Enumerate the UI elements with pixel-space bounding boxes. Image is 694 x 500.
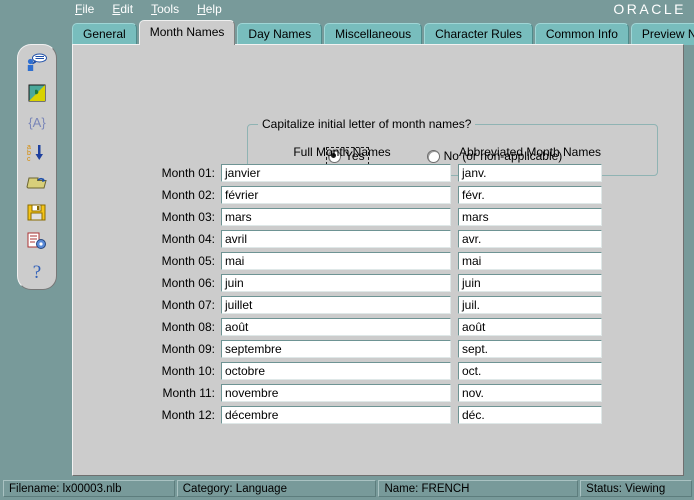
- month-09-label: Month 09:: [73, 342, 221, 356]
- month-01-abbr-input[interactable]: janv.: [458, 164, 602, 182]
- table-row: Month 12: décembre déc.: [73, 406, 683, 424]
- menu-bar: File Edit Tools Help: [0, 0, 694, 18]
- month-12-label: Month 12:: [73, 408, 221, 422]
- month-10-label: Month 10:: [73, 364, 221, 378]
- status-filename: Filename: lx00003.nlb: [3, 480, 175, 497]
- table-row: Month 01: janvier janv.: [73, 164, 683, 182]
- table-row: Month 08: août août: [73, 318, 683, 336]
- tab-month-names[interactable]: Month Names: [139, 20, 236, 45]
- table-row: Month 09: septembre sept.: [73, 340, 683, 358]
- table-row: Month 05: mai mai: [73, 252, 683, 270]
- month-03-abbr-input[interactable]: mars: [458, 208, 602, 226]
- table-row: Month 06: juin juin: [73, 274, 683, 292]
- month-06-abbr-input[interactable]: juin: [458, 274, 602, 292]
- svg-text:c: c: [27, 156, 31, 162]
- month-04-abbr-input[interactable]: avr.: [458, 230, 602, 248]
- map-region-icon[interactable]: [24, 81, 50, 105]
- column-header-abbr: Abbreviated Month Names: [458, 145, 602, 159]
- menu-help-rest: elp: [206, 2, 222, 16]
- month-05-full-input[interactable]: mai: [221, 252, 451, 270]
- menu-help-accel: H: [197, 2, 206, 16]
- column-header-full: Full Month Names: [227, 145, 457, 159]
- month-09-full-input[interactable]: septembre: [221, 340, 451, 358]
- tab-strip: General Month Names Day Names Miscellane…: [72, 21, 694, 45]
- menu-file[interactable]: File: [66, 0, 103, 18]
- month-10-full-input[interactable]: octobre: [221, 362, 451, 380]
- save-disk-icon[interactable]: [24, 200, 50, 224]
- tab-miscellaneous[interactable]: Miscellaneous: [324, 23, 422, 45]
- month-07-full-input[interactable]: juillet: [221, 296, 451, 314]
- table-row: Month 04: avril avr.: [73, 230, 683, 248]
- month-02-label: Month 02:: [73, 188, 221, 202]
- month-02-full-input[interactable]: février: [221, 186, 451, 204]
- status-category: Category: Language: [177, 480, 377, 497]
- month-11-abbr-input[interactable]: nov.: [458, 384, 602, 402]
- status-state: Status: Viewing: [580, 480, 692, 497]
- tab-day-names[interactable]: Day Names: [237, 23, 322, 45]
- month-03-label: Month 03:: [73, 210, 221, 224]
- menu-tools[interactable]: Tools: [142, 0, 188, 18]
- oracle-logo: ORACLE: [613, 1, 686, 17]
- month-02-abbr-input[interactable]: févr.: [458, 186, 602, 204]
- status-name: Name: FRENCH: [378, 480, 578, 497]
- month-10-abbr-input[interactable]: oct.: [458, 362, 602, 380]
- month-06-full-input[interactable]: juin: [221, 274, 451, 292]
- menu-help[interactable]: Help: [188, 0, 231, 18]
- table-row: Month 02: février févr.: [73, 186, 683, 204]
- month-names-panel: Capitalize initial letter of month names…: [72, 44, 684, 476]
- open-folder-icon[interactable]: [24, 170, 50, 194]
- month-11-full-input[interactable]: novembre: [221, 384, 451, 402]
- tab-general[interactable]: General: [72, 23, 137, 45]
- status-bar: Filename: lx00003.nlb Category: Language…: [0, 479, 694, 498]
- character-set-icon[interactable]: {A}: [24, 111, 50, 135]
- tab-common-info[interactable]: Common Info: [535, 23, 629, 45]
- tab-character-rules[interactable]: Character Rules: [424, 23, 533, 45]
- month-05-label: Month 05:: [73, 254, 221, 268]
- month-11-label: Month 11:: [73, 386, 221, 400]
- tab-preview-nlt[interactable]: Preview NLT: [631, 23, 694, 45]
- month-12-full-input[interactable]: décembre: [221, 406, 451, 424]
- table-row: Month 11: novembre nov.: [73, 384, 683, 402]
- side-toolbar: {A} a b c: [17, 44, 57, 290]
- month-04-label: Month 04:: [73, 232, 221, 246]
- table-row: Month 03: mars mars: [73, 208, 683, 226]
- capitalize-group-title: Capitalize initial letter of month names…: [258, 117, 475, 131]
- month-06-label: Month 06:: [73, 276, 221, 290]
- month-12-abbr-input[interactable]: déc.: [458, 406, 602, 424]
- month-08-label: Month 08:: [73, 320, 221, 334]
- month-03-full-input[interactable]: mars: [221, 208, 451, 226]
- document-settings-icon[interactable]: [24, 230, 50, 254]
- svg-text:?: ?: [33, 262, 41, 281]
- sort-abc-icon[interactable]: a b c: [24, 140, 50, 164]
- month-rows: Month 01: janvier janv. Month 02: févrie…: [73, 164, 683, 428]
- menu-file-rest: ile: [82, 2, 94, 16]
- month-01-label: Month 01:: [73, 166, 221, 180]
- month-01-full-input[interactable]: janvier: [221, 164, 451, 182]
- month-05-abbr-input[interactable]: mai: [458, 252, 602, 270]
- table-row: Month 07: juillet juil.: [73, 296, 683, 314]
- help-question-icon[interactable]: ?: [24, 259, 50, 283]
- month-08-abbr-input[interactable]: août: [458, 318, 602, 336]
- month-07-abbr-input[interactable]: juil.: [458, 296, 602, 314]
- month-07-label: Month 07:: [73, 298, 221, 312]
- menu-edit[interactable]: Edit: [103, 0, 142, 18]
- month-09-abbr-input[interactable]: sept.: [458, 340, 602, 358]
- table-row: Month 10: octobre oct.: [73, 362, 683, 380]
- month-04-full-input[interactable]: avril: [221, 230, 451, 248]
- menu-edit-rest: dit: [120, 2, 133, 16]
- menu-tools-rest: ools: [157, 2, 179, 16]
- application-window: File Edit Tools Help ORACLE General Mont…: [0, 0, 694, 500]
- svg-text:{A}: {A}: [28, 115, 46, 130]
- month-08-full-input[interactable]: août: [221, 318, 451, 336]
- person-speech-bubble-icon[interactable]: [24, 51, 50, 75]
